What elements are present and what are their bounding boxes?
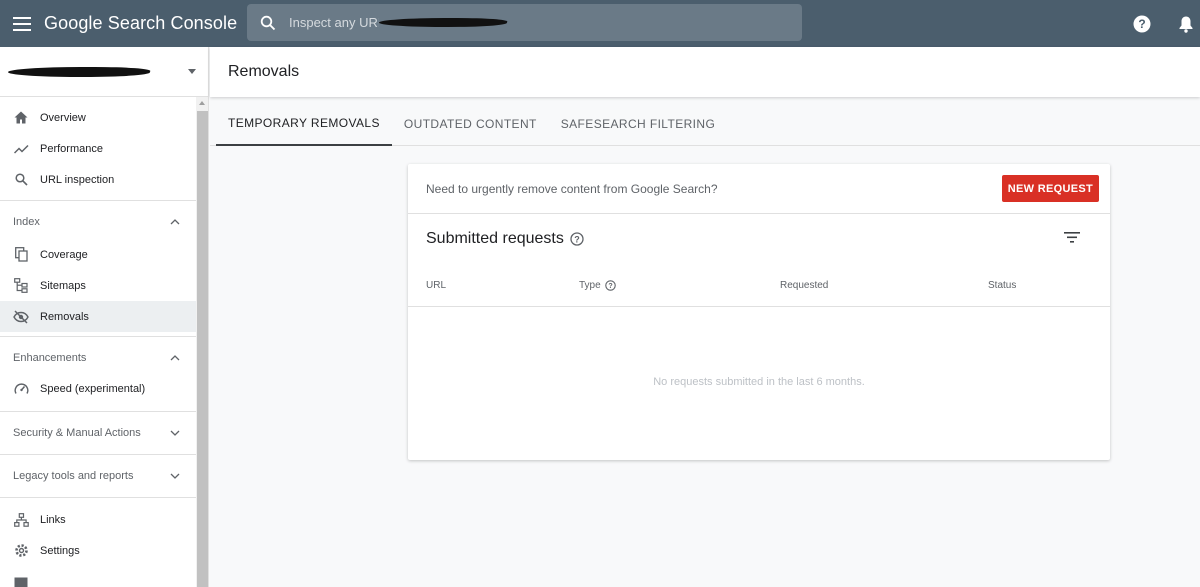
main-menu-button[interactable] <box>0 0 44 47</box>
sidebar-item-url-inspection[interactable]: URL inspection <box>0 164 196 195</box>
sidebar-item-performance[interactable]: Performance <box>0 133 196 164</box>
tab-temporary-removals[interactable]: TEMPORARY REMOVALS <box>216 101 392 146</box>
removals-card: Need to urgently remove content from Goo… <box>408 164 1110 460</box>
search-icon <box>13 172 29 188</box>
home-icon <box>13 110 29 126</box>
help-outline-icon[interactable]: ? <box>570 232 584 246</box>
chevron-up-icon <box>170 219 180 225</box>
filter-icon <box>1064 231 1080 243</box>
new-request-prompt: Need to urgently remove content from Goo… <box>426 181 718 196</box>
svg-text:?: ? <box>574 234 580 244</box>
sidebar-item-label: Speed (experimental) <box>40 382 146 395</box>
sidebar-item-label: Settings <box>40 544 80 557</box>
sidebar-section-index[interactable]: Index <box>0 200 196 243</box>
redacted-property-name <box>6 66 152 77</box>
sidebar-section-legacy[interactable]: Legacy tools and reports <box>0 454 196 497</box>
sidebar-item-removals[interactable]: Removals <box>0 301 196 332</box>
trending-up-icon <box>13 141 29 157</box>
scrollbar-thumb[interactable] <box>197 111 208 587</box>
menu-icon <box>13 16 31 31</box>
column-header-requested[interactable]: Requested <box>780 280 828 291</box>
property-selector[interactable] <box>0 47 208 97</box>
chevron-down-icon <box>170 473 180 479</box>
sidebar-item-label: Overview <box>40 111 86 124</box>
sidebar-item-sitemaps[interactable]: Sitemaps <box>0 270 196 301</box>
svg-text:?: ? <box>1138 17 1145 31</box>
submitted-requests-title: Submitted requests <box>426 230 564 247</box>
sidebar: Overview Performance URL inspection Inde… <box>0 47 209 587</box>
feedback-icon <box>13 576 29 587</box>
sidebar-item-feedback-partial[interactable] <box>0 568 196 587</box>
sidebar-item-label: Sitemaps <box>40 279 86 292</box>
url-inspection-input[interactable] <box>289 15 379 30</box>
section-title: Enhancements <box>13 352 87 364</box>
notifications-button[interactable] <box>1168 6 1200 42</box>
tab-safesearch-filtering[interactable]: SAFESEARCH FILTERING <box>549 101 727 146</box>
requests-table-header: URL Type ? Requested Status <box>408 264 1110 307</box>
top-app-bar: Google Search Console ? <box>0 0 1200 47</box>
page-title: Removals <box>228 63 300 80</box>
search-icon <box>247 15 289 31</box>
copy-icon <box>13 247 29 263</box>
help-icon: ? <box>1133 15 1151 32</box>
chevron-down-icon <box>170 430 180 436</box>
sidebar-item-label: Coverage <box>40 248 88 261</box>
sidebar-nav: Overview Performance URL inspection Inde… <box>0 97 196 587</box>
sidebar-item-overview[interactable]: Overview <box>0 102 196 133</box>
empty-state-message: No requests submitted in the last 6 mont… <box>653 376 865 388</box>
sidebar-item-label: Links <box>40 513 66 526</box>
section-title: Security & Manual Actions <box>13 427 141 439</box>
tab-outdated-content[interactable]: OUTDATED CONTENT <box>392 101 549 146</box>
new-request-button[interactable]: NEW REQUEST <box>1001 175 1099 202</box>
scroll-up-arrow-icon[interactable] <box>199 101 205 105</box>
filter-button[interactable] <box>1063 228 1081 246</box>
sidebar-item-label: URL inspection <box>40 173 115 186</box>
sidebar-item-links[interactable]: Links <box>0 504 196 535</box>
sidebar-item-speed[interactable]: Speed (experimental) <box>0 373 196 404</box>
svg-text:?: ? <box>608 283 612 290</box>
help-button[interactable]: ? <box>1124 6 1160 42</box>
app-title[interactable]: Google Search Console <box>44 13 237 34</box>
sidebar-item-label: Performance <box>40 142 103 155</box>
sidebar-item-coverage[interactable]: Coverage <box>0 239 196 270</box>
new-request-bar: Need to urgently remove content from Goo… <box>408 164 1110 214</box>
section-title: Index <box>13 216 40 228</box>
sidebar-item-settings[interactable]: Settings <box>0 535 196 566</box>
column-header-url[interactable]: URL <box>426 280 446 291</box>
speedometer-icon <box>13 381 29 397</box>
sidebar-section-security[interactable]: Security & Manual Actions <box>0 411 196 454</box>
submitted-requests-header: Submitted requests ? <box>408 214 1110 264</box>
eye-off-icon <box>13 309 29 325</box>
removal-tabs: TEMPORARY REMOVALS OUTDATED CONTENT SAFE… <box>210 101 1200 146</box>
chevron-up-icon <box>170 355 180 361</box>
help-outline-icon[interactable]: ? <box>604 280 616 291</box>
column-header-type[interactable]: Type ? <box>579 280 616 291</box>
url-inspection-search[interactable] <box>247 4 802 41</box>
sidebar-item-label: Removals <box>40 310 89 323</box>
column-header-status[interactable]: Status <box>988 280 1016 291</box>
dropdown-caret-icon <box>188 69 196 74</box>
sidebar-scrollbar[interactable] <box>196 97 208 587</box>
top-actions: ? <box>1124 0 1200 47</box>
redacted-property-name <box>377 18 509 27</box>
gear-icon <box>13 543 29 559</box>
sitemap-icon <box>13 278 29 294</box>
section-title: Legacy tools and reports <box>13 470 134 482</box>
bell-icon <box>1179 16 1193 33</box>
page-header: Removals <box>210 47 1200 97</box>
column-header-label: Type <box>579 280 601 291</box>
links-icon <box>13 512 29 528</box>
